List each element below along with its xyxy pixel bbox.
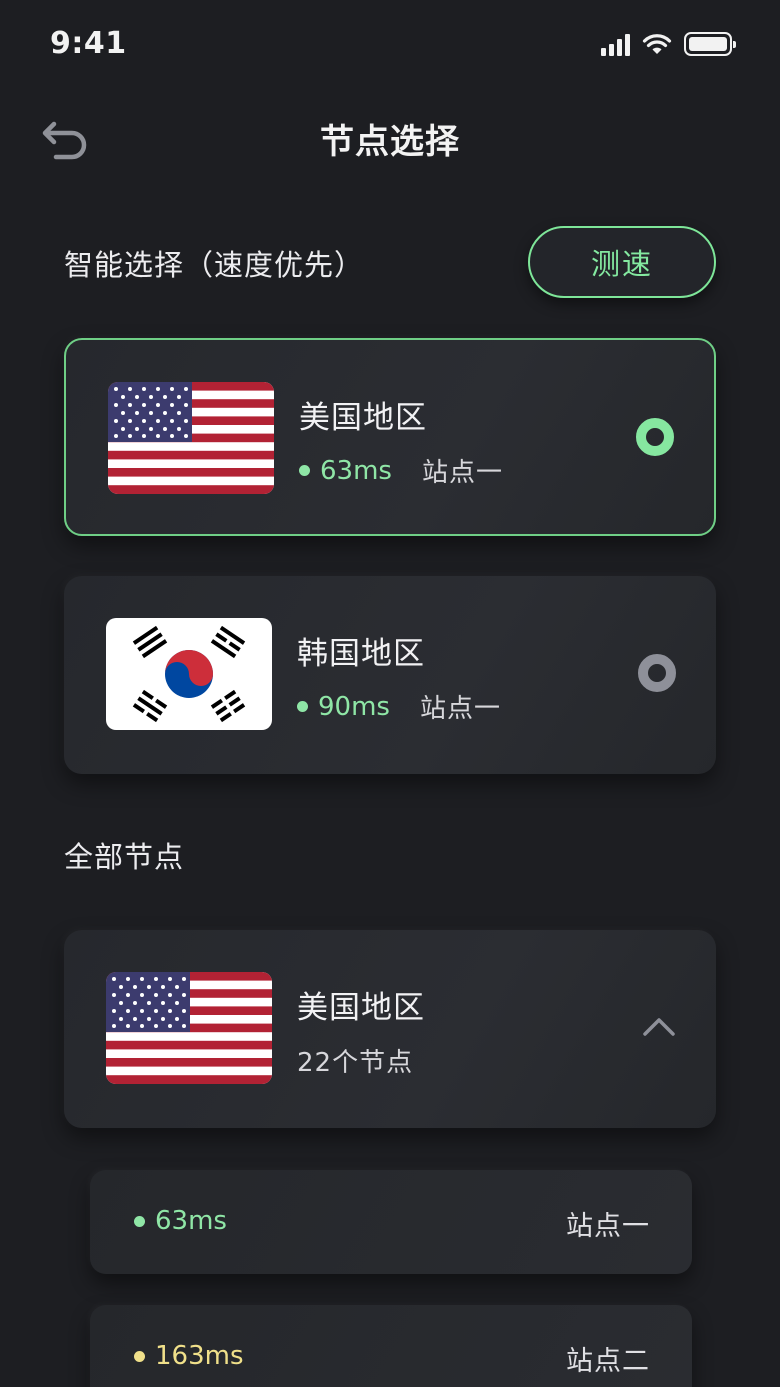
wifi-icon bbox=[642, 34, 672, 54]
ping-value: 63ms bbox=[155, 1206, 227, 1236]
us-flag-icon bbox=[106, 972, 272, 1084]
chevron-up-icon[interactable] bbox=[642, 1014, 676, 1038]
ping-status-dot bbox=[134, 1350, 145, 1362]
node-row[interactable]: 163ms 站点二 bbox=[90, 1305, 692, 1387]
smart-select-title: 智能选择（速度优先） bbox=[64, 248, 365, 282]
region-name: 美国地区 bbox=[297, 990, 425, 1026]
cellular-signal-icon bbox=[601, 34, 630, 56]
status-time: 9:41 bbox=[50, 26, 127, 61]
ping-status-dot bbox=[134, 1215, 145, 1227]
node-meta: 63ms bbox=[134, 1206, 257, 1236]
ping-status-dot bbox=[299, 465, 310, 476]
battery-icon bbox=[684, 32, 736, 56]
all-nodes-title: 全部节点 bbox=[64, 840, 185, 874]
region-name: 韩国地区 bbox=[297, 636, 425, 672]
node-count: 22个节点 bbox=[297, 1048, 414, 1078]
node-select-screen: 9:41 节点选择 智能选择（速度优先） 测速 美国地区 63ms 站点一 韩国… bbox=[0, 0, 780, 1387]
us-flag-icon bbox=[108, 382, 274, 494]
site-name: 站点一 bbox=[421, 458, 503, 488]
page-title: 节点选择 bbox=[320, 122, 460, 162]
ping-value: 163ms bbox=[155, 1341, 244, 1371]
speedtest-button[interactable]: 测速 bbox=[528, 226, 716, 298]
site-name: 站点一 bbox=[419, 694, 501, 724]
radio-selected-icon[interactable] bbox=[636, 418, 674, 456]
status-icons bbox=[601, 32, 736, 56]
site-name: 站点二 bbox=[566, 1346, 650, 1377]
node-meta: 90ms 站点一 bbox=[297, 688, 501, 725]
node-meta: 163ms bbox=[134, 1341, 274, 1371]
ping-value: 63ms bbox=[320, 455, 392, 486]
site-name: 站点一 bbox=[566, 1211, 650, 1242]
smart-node-card-us[interactable]: 美国地区 63ms 站点一 bbox=[64, 338, 716, 536]
ping-value: 90ms bbox=[318, 691, 390, 722]
kr-flag-icon bbox=[106, 618, 272, 730]
node-row[interactable]: 63ms 站点一 bbox=[90, 1170, 692, 1274]
radio-unselected-icon[interactable] bbox=[638, 654, 676, 692]
smart-node-card-kr[interactable]: 韩国地区 90ms 站点一 bbox=[64, 576, 716, 774]
node-meta: 63ms 站点一 bbox=[299, 452, 503, 489]
region-name: 美国地区 bbox=[299, 400, 427, 436]
ping-status-dot bbox=[297, 701, 308, 712]
region-group-us[interactable]: 美国地区 22个节点 bbox=[64, 930, 716, 1128]
